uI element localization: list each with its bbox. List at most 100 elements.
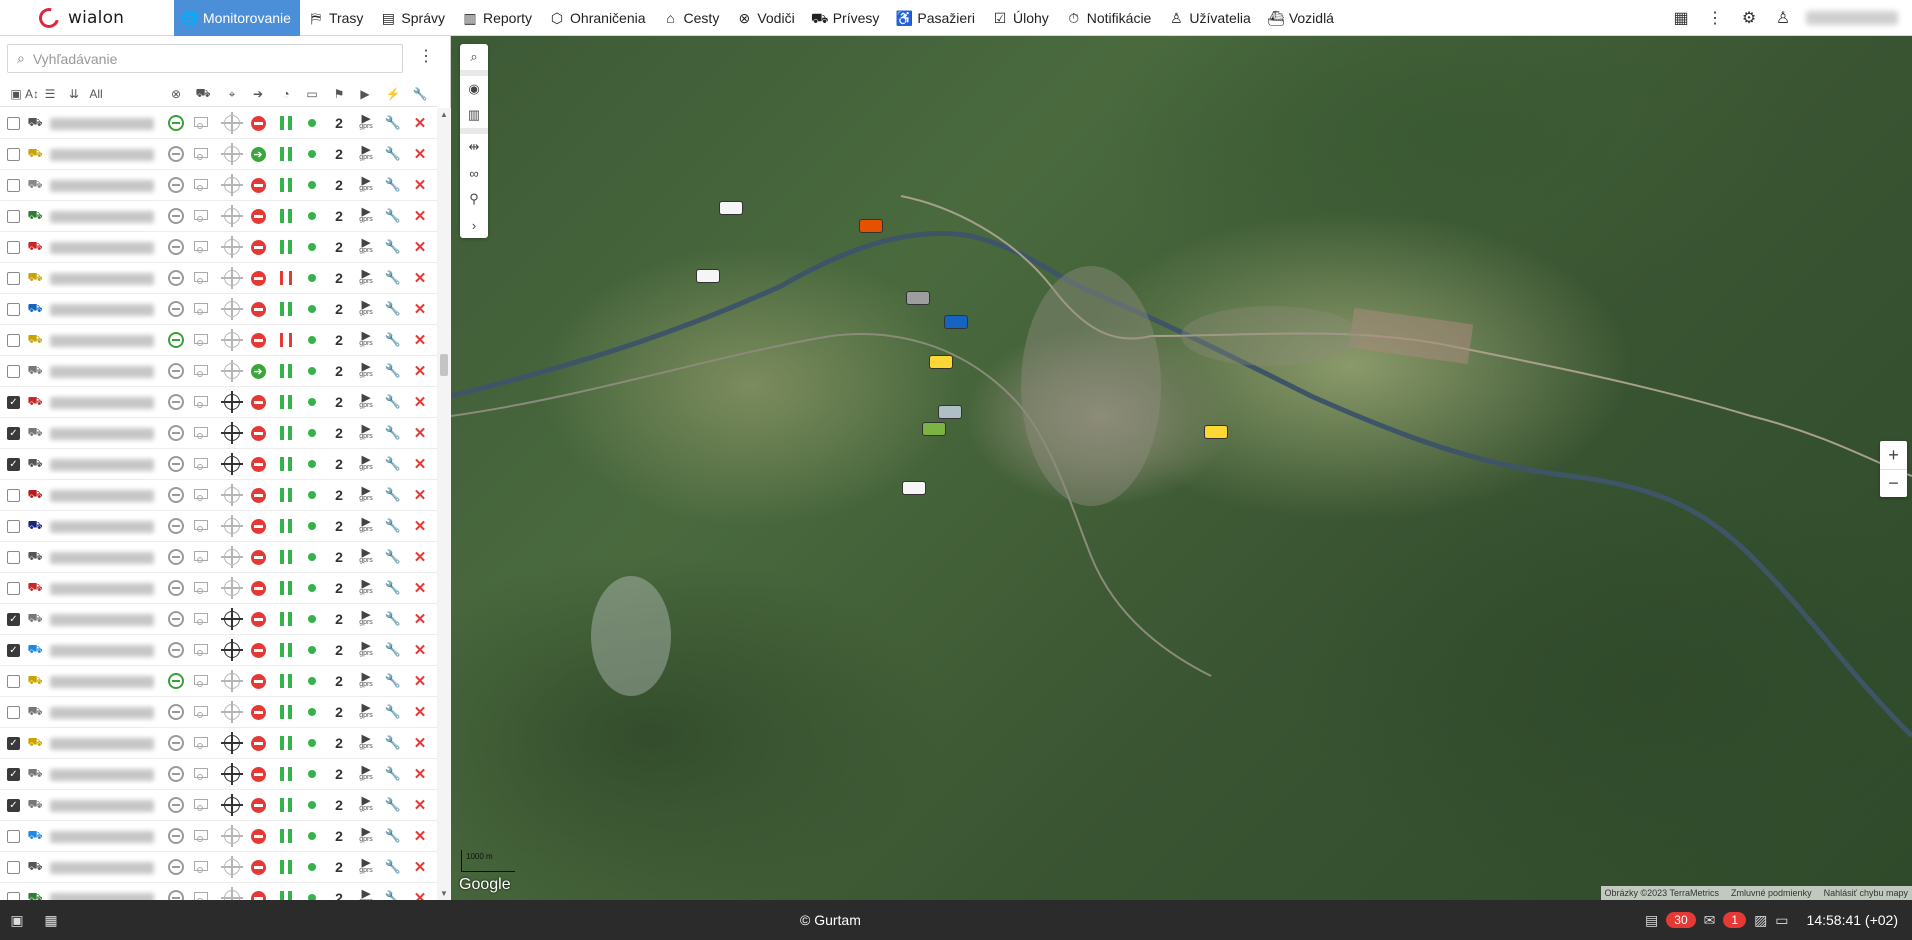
unit-name[interactable]	[50, 893, 154, 900]
connection-icon[interactable]: 2	[329, 146, 349, 162]
unit-row[interactable]: ✓ ⛟ 2 ▶ gprs 🔧 ✕	[0, 790, 437, 821]
terms-link[interactable]: Zmluvné podmienky	[1731, 888, 1812, 898]
nav-roads[interactable]: ⌂ Cesty	[655, 0, 729, 36]
unit-checkbox[interactable]	[7, 551, 20, 564]
remove-unit-icon[interactable]: ✕	[410, 549, 430, 566]
unit-row[interactable]: ⛟ 2 ▶gprs 🔧 ✕	[0, 573, 437, 604]
connection-icon[interactable]: 2	[329, 797, 349, 813]
scroll-up-icon[interactable]: ▲	[437, 110, 451, 119]
unit-checkbox[interactable]: ✓	[7, 799, 20, 812]
unit-checkbox[interactable]	[7, 272, 20, 285]
video-icon[interactable]: ▶	[355, 86, 375, 102]
gprs-command-icon[interactable]: ▶gprs	[355, 300, 377, 317]
gprs-command-icon[interactable]: ▶gprs	[355, 703, 377, 720]
driver-icon[interactable]	[166, 890, 186, 900]
locate-icon[interactable]	[221, 484, 243, 506]
unit-row[interactable]: ⛟ ➔ 2 ▶ gprs 🔧 ✕	[0, 139, 437, 170]
remove-unit-icon[interactable]: ✕	[410, 425, 430, 442]
unit-name[interactable]	[50, 614, 154, 626]
edit-unit-icon[interactable]: 🔧	[383, 177, 403, 193]
unit-checkbox[interactable]	[7, 520, 20, 533]
edit-unit-icon[interactable]: 🔧	[383, 859, 403, 875]
gprs-command-icon[interactable]: ▶gprs	[355, 672, 377, 689]
unit-row[interactable]: ⛟ 2 ▶gprs 🔧 ✕	[0, 108, 437, 139]
locate-icon[interactable]	[221, 546, 243, 568]
trailer-icon[interactable]	[193, 363, 213, 379]
vehicle-marker[interactable]	[693, 266, 723, 286]
nav-notifications[interactable]: ⏱ Notifikácie	[1058, 0, 1161, 36]
trailer-icon[interactable]	[193, 735, 213, 751]
locate-icon[interactable]	[221, 205, 243, 227]
unit-checkbox[interactable]	[7, 675, 20, 688]
unit-row[interactable]: ⛟ 2 ▶gprs 🔧 ✕	[0, 480, 437, 511]
unit-row[interactable]: ✓ ⛟ 2 ▶ gprs 🔧 ✕	[0, 635, 437, 666]
trailer-icon[interactable]	[193, 425, 213, 441]
trailer-icon[interactable]	[193, 890, 213, 900]
unit-checkbox[interactable]	[7, 303, 20, 316]
remove-unit-icon[interactable]: ✕	[410, 642, 430, 659]
remove-unit-icon[interactable]: ✕	[410, 394, 430, 411]
remove-unit-icon[interactable]: ✕	[410, 704, 430, 721]
driver-icon[interactable]	[166, 270, 186, 286]
connection-icon[interactable]: 2	[329, 115, 349, 131]
edit-unit-icon[interactable]: 🔧	[383, 797, 403, 813]
unit-checkbox[interactable]	[7, 830, 20, 843]
unit-checkbox[interactable]	[7, 706, 20, 719]
locate-icon[interactable]	[221, 143, 243, 165]
connection-icon[interactable]: 2	[329, 611, 349, 627]
connection-icon[interactable]: 2	[329, 766, 349, 782]
gprs-command-icon[interactable]: ▶gprs	[355, 176, 377, 193]
remove-unit-icon[interactable]: ✕	[410, 518, 430, 535]
nav-messages[interactable]: ▤ Správy	[372, 0, 454, 36]
unit-name[interactable]	[50, 149, 154, 161]
edit-unit-icon[interactable]: 🔧	[383, 146, 403, 162]
gprs-command-icon[interactable]: ▶gprs	[355, 269, 377, 286]
locate-icon[interactable]	[221, 701, 243, 723]
connection-icon[interactable]: 2	[329, 270, 349, 286]
unit-row[interactable]: ✓ ⛟ 2 ▶ gprs 🔧 ✕	[0, 418, 437, 449]
checkered-flag-icon[interactable]: ⚑	[329, 86, 349, 102]
trailer-icon[interactable]	[193, 332, 213, 348]
unit-name[interactable]	[50, 800, 154, 812]
connection-icon[interactable]: 2	[329, 425, 349, 441]
unit-name[interactable]	[50, 521, 154, 533]
remove-unit-icon[interactable]: ✕	[410, 363, 430, 380]
edit-unit-icon[interactable]: 🔧	[383, 425, 403, 441]
locate-icon[interactable]: ⌖	[222, 86, 242, 102]
wialon-logo[interactable]: wialon	[0, 0, 174, 36]
unit-checkbox[interactable]	[7, 179, 20, 192]
gprs-command-icon[interactable]: ▶gprs	[355, 889, 377, 901]
nav-route[interactable]: ⛿ Trasy	[300, 0, 372, 36]
gprs-command-icon[interactable]: ▶gprs	[355, 331, 377, 348]
driver-icon[interactable]	[166, 456, 186, 472]
locate-icon[interactable]	[221, 360, 243, 382]
unit-checkbox[interactable]: ✓	[7, 768, 20, 781]
connection-icon[interactable]: 2	[329, 673, 349, 689]
remove-unit-icon[interactable]: ✕	[410, 239, 430, 256]
tree-add-icon[interactable]: ⇊	[64, 86, 84, 102]
locate-icon[interactable]	[221, 825, 243, 847]
connection-icon[interactable]: 2	[329, 828, 349, 844]
unit-name[interactable]	[50, 862, 154, 874]
remove-unit-icon[interactable]: ✕	[410, 673, 430, 690]
edit-unit-icon[interactable]: 🔧	[383, 363, 403, 379]
trailer-icon[interactable]	[193, 642, 213, 658]
locate-icon[interactable]	[221, 267, 243, 289]
connection-icon[interactable]: 2	[329, 332, 349, 348]
gprs-command-icon[interactable]: ▶gprs	[355, 765, 377, 782]
connection-icon[interactable]: 2	[329, 580, 349, 596]
search-input[interactable]: ⌕ Vyhľadávanie	[7, 44, 403, 73]
connection-icon[interactable]: 2	[329, 394, 349, 410]
driver-icon[interactable]	[166, 487, 186, 503]
speed-icon[interactable]: ◔	[276, 86, 296, 102]
unit-checkbox[interactable]	[7, 365, 20, 378]
trailer-icon[interactable]	[193, 549, 213, 565]
unit-name[interactable]	[50, 552, 154, 564]
unit-name[interactable]	[50, 769, 154, 781]
unit-checkbox[interactable]	[7, 489, 20, 502]
trailer-icon[interactable]	[193, 487, 213, 503]
unit-name[interactable]	[50, 304, 154, 316]
edit-unit-icon[interactable]: 🔧	[383, 890, 403, 900]
trailer-icon[interactable]	[193, 146, 213, 162]
driver-icon[interactable]	[166, 735, 186, 751]
